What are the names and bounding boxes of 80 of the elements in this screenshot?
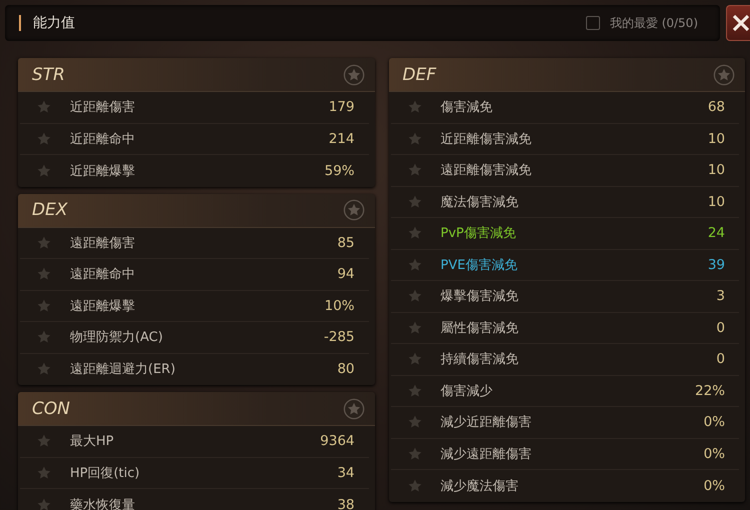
star-icon[interactable] <box>36 464 52 481</box>
stat-label: 遠距離傷害減免 <box>440 162 532 180</box>
stat-label: 持續傷害減免 <box>440 351 520 368</box>
stat-value: 10 <box>708 130 725 147</box>
star-icon[interactable] <box>36 130 52 147</box>
stat-value: -285 <box>324 329 354 346</box>
star-icon[interactable] <box>406 256 422 273</box>
star-icon[interactable] <box>406 414 422 430</box>
stat-value: 94 <box>337 266 354 282</box>
window-title: 能力值 <box>33 14 76 32</box>
close-button[interactable] <box>726 5 750 41</box>
stat-label: 遠距離命中 <box>70 266 136 284</box>
stat-label: 傷害減免 <box>440 99 494 116</box>
stat-label: 物理防禦力(AC) <box>70 329 164 346</box>
stat-label: 爆擊傷害減免 <box>440 288 520 306</box>
stat-label: 減少近距離傷害 <box>440 414 532 432</box>
stat-value: 0 <box>716 320 725 336</box>
star-icon[interactable] <box>36 162 52 179</box>
stat-label: 近距離命中 <box>70 130 136 148</box>
stat-value: 10 <box>708 194 725 210</box>
star-icon[interactable] <box>36 266 52 282</box>
stat-label: 傷害減少 <box>440 382 494 400</box>
favorites-label: 我的最愛 (0/50) <box>610 14 698 32</box>
stat-value: 39 <box>708 256 725 273</box>
star-icon[interactable] <box>36 433 52 450</box>
star-icon[interactable] <box>36 298 52 314</box>
star-icon[interactable] <box>406 478 422 494</box>
stat-value: 3 <box>716 288 725 304</box>
stat-label: 屬性傷害減免 <box>440 320 520 337</box>
stat-value: 59% <box>324 162 354 179</box>
stat-label: 近距離傷害減免 <box>440 130 532 148</box>
stat-label: 遠距離傷害 <box>70 234 136 252</box>
stat-value: 0% <box>704 478 725 494</box>
stat-value: 0% <box>704 446 725 462</box>
star-icon[interactable] <box>36 361 52 378</box>
group-title: STR <box>32 64 65 84</box>
star-icon[interactable] <box>36 99 52 116</box>
group-title: DEX <box>32 200 68 220</box>
star-icon[interactable] <box>406 446 422 462</box>
stat-value: 0 <box>716 351 725 368</box>
stat-value: 10% <box>324 298 354 314</box>
stat-label: 減少魔法傷害 <box>440 478 520 495</box>
stat-value: 34 <box>337 464 354 481</box>
star-icon[interactable] <box>406 320 422 336</box>
stat-value: 10 <box>708 162 725 178</box>
star-icon[interactable] <box>36 234 52 251</box>
stat-value: 85 <box>337 234 354 251</box>
star-icon[interactable] <box>406 382 422 399</box>
star-icon[interactable] <box>406 351 422 368</box>
star-icon[interactable] <box>406 99 422 116</box>
stat-label: PVE傷害減免 <box>440 256 518 274</box>
stat-value: 38 <box>337 496 354 510</box>
stat-label: 近距離爆擊 <box>70 162 136 180</box>
stat-label: 近距離傷害 <box>70 99 136 116</box>
stat-label: 最大HP <box>70 433 115 450</box>
stat-label: 遠距離爆擊 <box>70 298 136 315</box>
stat-value: 24 <box>708 225 725 242</box>
star-icon[interactable] <box>406 130 422 147</box>
star-icon[interactable] <box>36 329 52 346</box>
group-title: DEF <box>402 64 436 84</box>
stat-value: 80 <box>337 361 354 378</box>
star-icon[interactable] <box>406 225 422 242</box>
star-icon[interactable] <box>36 496 52 510</box>
star-icon[interactable] <box>406 194 422 210</box>
close-icon <box>732 14 750 32</box>
stat-value: 214 <box>328 130 354 147</box>
stat-value: 179 <box>328 99 354 116</box>
stat-label: 魔法傷害減免 <box>440 194 520 211</box>
star-icon[interactable] <box>406 288 422 304</box>
stat-label: 減少遠距離傷害 <box>440 446 532 463</box>
stat-label: 遠距離迴避力(ER) <box>70 361 176 378</box>
favorites-checkbox[interactable] <box>586 16 600 30</box>
star-icon[interactable] <box>406 162 422 178</box>
stat-value: 9364 <box>320 433 354 450</box>
stat-value: 68 <box>708 99 725 116</box>
stat-label: PvP傷害減免 <box>440 225 517 242</box>
stat-value: 0% <box>704 414 725 430</box>
stat-label: HP回復(tic) <box>70 464 141 482</box>
stat-value: 22% <box>694 382 725 399</box>
group-title: CON <box>32 398 70 418</box>
